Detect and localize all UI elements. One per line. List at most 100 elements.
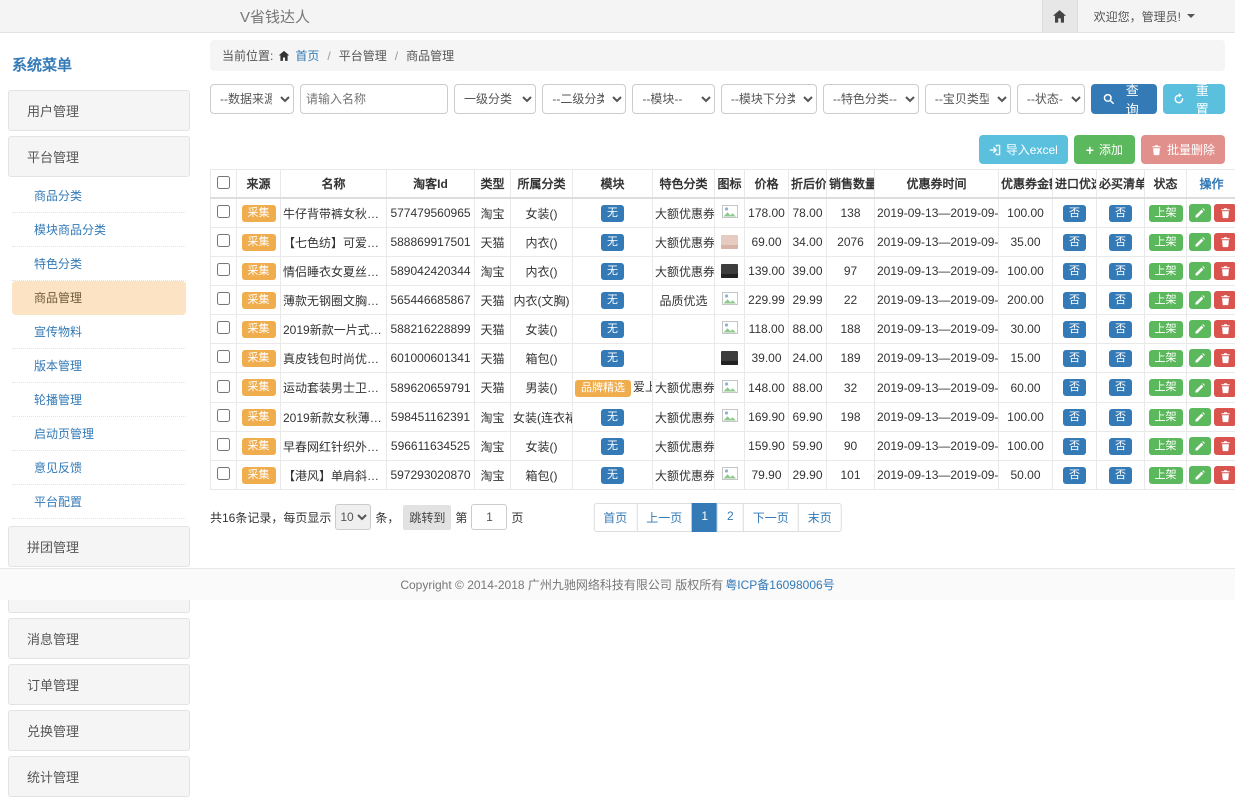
- must-buy-toggle-badge[interactable]: 否: [1109, 438, 1132, 455]
- row-checkbox[interactable]: [217, 350, 230, 363]
- sidebar-item-6[interactable]: 兑换管理: [8, 710, 190, 751]
- edit-button[interactable]: [1189, 262, 1211, 280]
- row-checkbox[interactable]: [217, 409, 230, 422]
- edit-button[interactable]: [1189, 320, 1211, 338]
- row-checkbox[interactable]: [217, 380, 230, 393]
- sidebar-item-7[interactable]: 统计管理: [8, 756, 190, 797]
- submenu-item-7[interactable]: 启动页管理: [12, 417, 186, 451]
- import-toggle-badge[interactable]: 否: [1063, 350, 1086, 367]
- reset-button[interactable]: 重置: [1163, 84, 1225, 114]
- import-toggle-badge[interactable]: 否: [1063, 292, 1086, 309]
- icp-link[interactable]: 粤ICP备16098006号: [725, 576, 834, 593]
- delete-button[interactable]: [1214, 349, 1235, 367]
- edit-button[interactable]: [1189, 233, 1211, 251]
- row-checkbox[interactable]: [217, 438, 230, 451]
- status-badge[interactable]: 上架: [1149, 379, 1183, 396]
- import-toggle-badge[interactable]: 否: [1063, 409, 1086, 426]
- status-badge[interactable]: 上架: [1149, 263, 1183, 280]
- edit-button[interactable]: [1189, 408, 1211, 426]
- submenu-item-4[interactable]: 宣传物料: [12, 315, 186, 349]
- sidebar-item-4[interactable]: 消息管理: [8, 618, 190, 659]
- status-badge[interactable]: 上架: [1149, 350, 1183, 367]
- item-type-select[interactable]: --宝贝类型--: [925, 84, 1011, 114]
- user-menu[interactable]: 欢迎您，管理员!: [1078, 8, 1235, 25]
- status-badge[interactable]: 上架: [1149, 409, 1183, 426]
- submenu-item-6[interactable]: 轮播管理: [12, 383, 186, 417]
- edit-button[interactable]: [1189, 349, 1211, 367]
- delete-button[interactable]: [1214, 379, 1235, 397]
- submenu-item-5[interactable]: 版本管理: [12, 349, 186, 383]
- delete-button[interactable]: [1214, 204, 1235, 222]
- home-button[interactable]: [1042, 0, 1078, 32]
- status-badge[interactable]: 上架: [1149, 234, 1183, 251]
- submenu-item-2[interactable]: 特色分类: [12, 247, 186, 281]
- module-select[interactable]: --模块--: [632, 84, 714, 114]
- pager-page-1[interactable]: 1: [691, 503, 718, 532]
- row-checkbox[interactable]: [217, 321, 230, 334]
- jump-button[interactable]: 跳转到: [403, 505, 451, 530]
- edit-button[interactable]: [1189, 291, 1211, 309]
- status-badge[interactable]: 上架: [1149, 438, 1183, 455]
- query-button[interactable]: 查询: [1091, 84, 1157, 114]
- row-checkbox[interactable]: [217, 292, 230, 305]
- select-all-checkbox[interactable]: [217, 176, 230, 189]
- import-toggle-badge[interactable]: 否: [1063, 321, 1086, 338]
- status-badge[interactable]: 上架: [1149, 467, 1183, 484]
- edit-button[interactable]: [1189, 437, 1211, 455]
- submenu-item-8[interactable]: 意见反馈: [12, 451, 186, 485]
- delete-button[interactable]: [1214, 466, 1235, 484]
- must-buy-toggle-badge[interactable]: 否: [1109, 379, 1132, 396]
- row-checkbox[interactable]: [217, 234, 230, 247]
- must-buy-toggle-badge[interactable]: 否: [1109, 292, 1132, 309]
- level2-category-select[interactable]: --二级分类--: [542, 84, 626, 114]
- edit-button[interactable]: [1189, 204, 1211, 222]
- delete-button[interactable]: [1214, 320, 1235, 338]
- pager-next[interactable]: 下一页: [743, 503, 799, 532]
- module-subcategory-select[interactable]: --模块下分类--: [721, 84, 817, 114]
- pager-prev[interactable]: 上一页: [636, 503, 692, 532]
- row-checkbox[interactable]: [217, 205, 230, 218]
- import-toggle-badge[interactable]: 否: [1063, 467, 1086, 484]
- edit-button[interactable]: [1189, 466, 1211, 484]
- sidebar-item-5[interactable]: 订单管理: [8, 664, 190, 705]
- delete-button[interactable]: [1214, 437, 1235, 455]
- must-buy-toggle-badge[interactable]: 否: [1109, 234, 1132, 251]
- sidebar-item-2[interactable]: 拼团管理: [8, 526, 190, 567]
- jump-page-input[interactable]: [471, 504, 507, 530]
- data-source-select[interactable]: --数据来源--: [210, 84, 294, 114]
- pager-last[interactable]: 末页: [798, 503, 842, 532]
- submenu-item-0[interactable]: 商品分类: [12, 179, 186, 213]
- pager-first[interactable]: 首页: [593, 503, 637, 532]
- status-badge[interactable]: 上架: [1149, 292, 1183, 309]
- submenu-item-3[interactable]: 商品管理: [12, 281, 186, 315]
- sidebar-item-1[interactable]: 平台管理: [8, 136, 190, 177]
- per-page-select[interactable]: 10: [335, 504, 371, 530]
- import-toggle-badge[interactable]: 否: [1063, 205, 1086, 222]
- status-badge[interactable]: 上架: [1149, 205, 1183, 222]
- edit-button[interactable]: [1189, 379, 1211, 397]
- status-badge[interactable]: 上架: [1149, 321, 1183, 338]
- import-toggle-badge[interactable]: 否: [1063, 438, 1086, 455]
- import-excel-button[interactable]: 导入excel: [979, 135, 1068, 164]
- delete-button[interactable]: [1214, 233, 1235, 251]
- add-button[interactable]: + 添加: [1074, 135, 1135, 164]
- delete-button[interactable]: [1214, 262, 1235, 280]
- submenu-item-1[interactable]: 模块商品分类: [12, 213, 186, 247]
- must-buy-toggle-badge[interactable]: 否: [1109, 205, 1132, 222]
- pager-page-2[interactable]: 2: [717, 503, 744, 532]
- must-buy-toggle-badge[interactable]: 否: [1109, 263, 1132, 280]
- import-toggle-badge[interactable]: 否: [1063, 379, 1086, 396]
- row-checkbox[interactable]: [217, 467, 230, 480]
- must-buy-toggle-badge[interactable]: 否: [1109, 350, 1132, 367]
- feature-category-select[interactable]: --特色分类--: [823, 84, 919, 114]
- must-buy-toggle-badge[interactable]: 否: [1109, 321, 1132, 338]
- must-buy-toggle-badge[interactable]: 否: [1109, 409, 1132, 426]
- row-checkbox[interactable]: [217, 263, 230, 276]
- sidebar-item-0[interactable]: 用户管理: [8, 90, 190, 131]
- import-toggle-badge[interactable]: 否: [1063, 234, 1086, 251]
- status-select[interactable]: --状态--: [1017, 84, 1085, 114]
- batch-delete-button[interactable]: 批量删除: [1141, 135, 1225, 164]
- import-toggle-badge[interactable]: 否: [1063, 263, 1086, 280]
- delete-button[interactable]: [1214, 291, 1235, 309]
- delete-button[interactable]: [1214, 408, 1235, 426]
